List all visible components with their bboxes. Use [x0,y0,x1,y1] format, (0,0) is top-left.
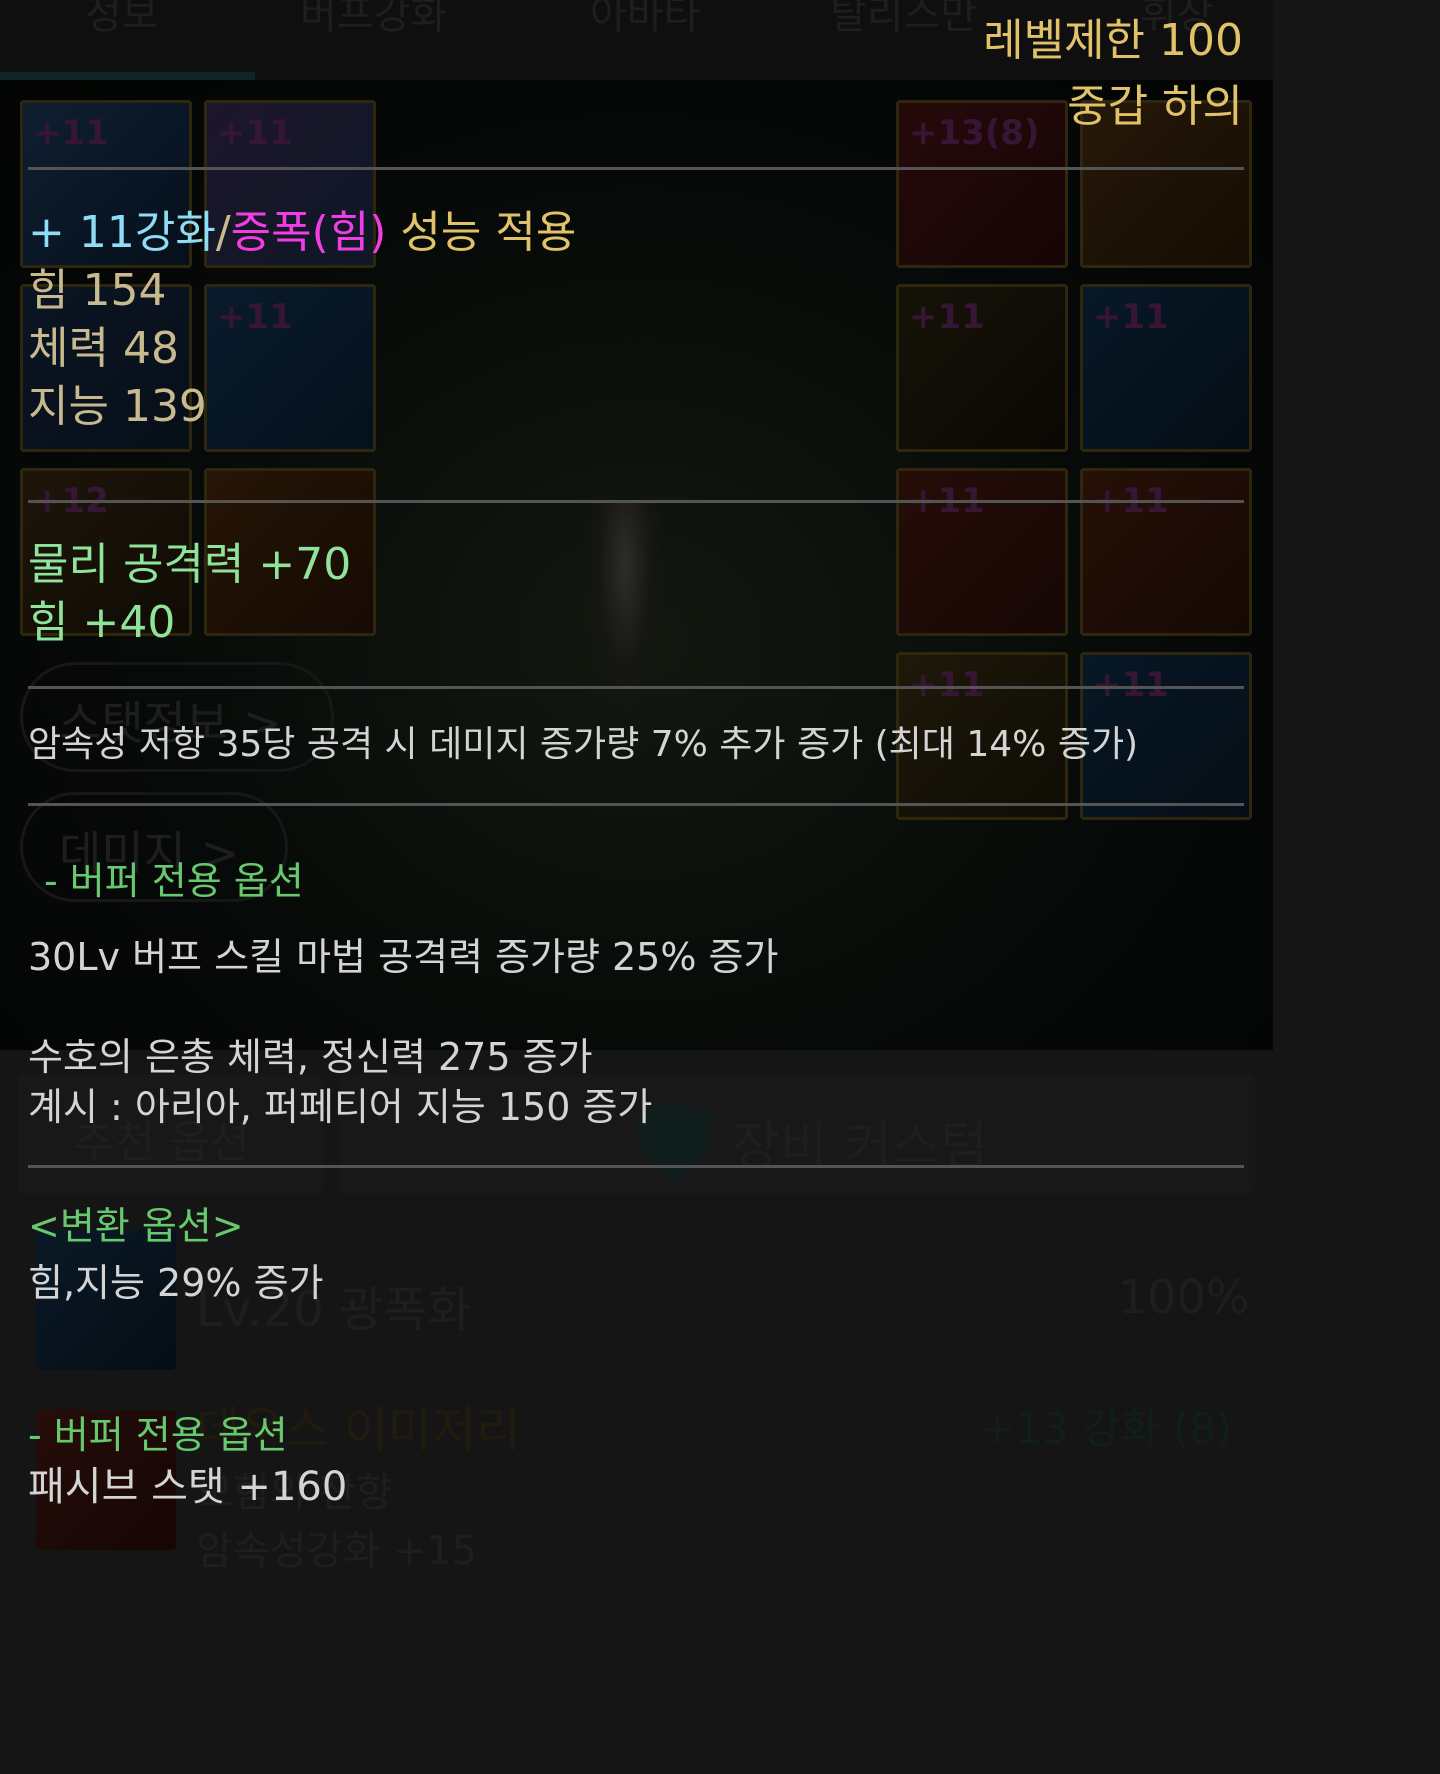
effect-text: 암속성 저항 35당 공격 시 데미지 증가량 7% 추가 증가 (최대 14%… [28,724,1139,765]
buffer-option-line: 계시 : 아리아, 퍼페티어 지능 150 증가 [28,1085,653,1129]
level-limit: 레벨제한 100 [983,15,1243,66]
divider [28,686,1244,689]
buffer-option-line: 수호의 은총 체력, 정신력 275 증가 [28,1035,593,1079]
divider [28,803,1244,806]
stat-vit: 체력 48 [28,323,179,374]
buffer-option-line: 30Lv 버프 스킬 마법 공격력 증가량 25% 증가 [28,935,779,979]
bonus-physical-attack: 물리 공격력 +70 [28,539,352,590]
divider [28,500,1244,503]
stat-str: 힘 154 [28,265,167,316]
conversion-option-line: 힘,지능 29% 증가 [28,1261,324,1305]
conversion-option-title: <변환 옵션> [28,1204,244,1248]
applied-label: 성능 적용 [400,207,577,258]
conversion-buffer-title: - 버퍼 전용 옵션 [28,1413,288,1457]
conversion-buffer-line: 패시브 스탯 +160 [28,1464,348,1510]
enhance-level: + 11강화 [28,207,216,258]
amplify-label: 증폭(힘) [230,207,387,258]
enhance-line: + 11강화/증폭(힘) 성능 적용 [28,207,577,258]
divider [28,167,1244,170]
bonus-str: 힘 +40 [28,597,176,648]
divider [28,1165,1244,1168]
stat-int: 지능 139 [28,381,207,432]
item-tooltip: 레벨제한 100 중갑 하의 + 11강화/증폭(힘) 성능 적용 힘 154 … [0,0,1273,1568]
item-type: 중갑 하의 [1067,81,1243,132]
buffer-option-title: - 버퍼 전용 옵션 [44,859,304,903]
